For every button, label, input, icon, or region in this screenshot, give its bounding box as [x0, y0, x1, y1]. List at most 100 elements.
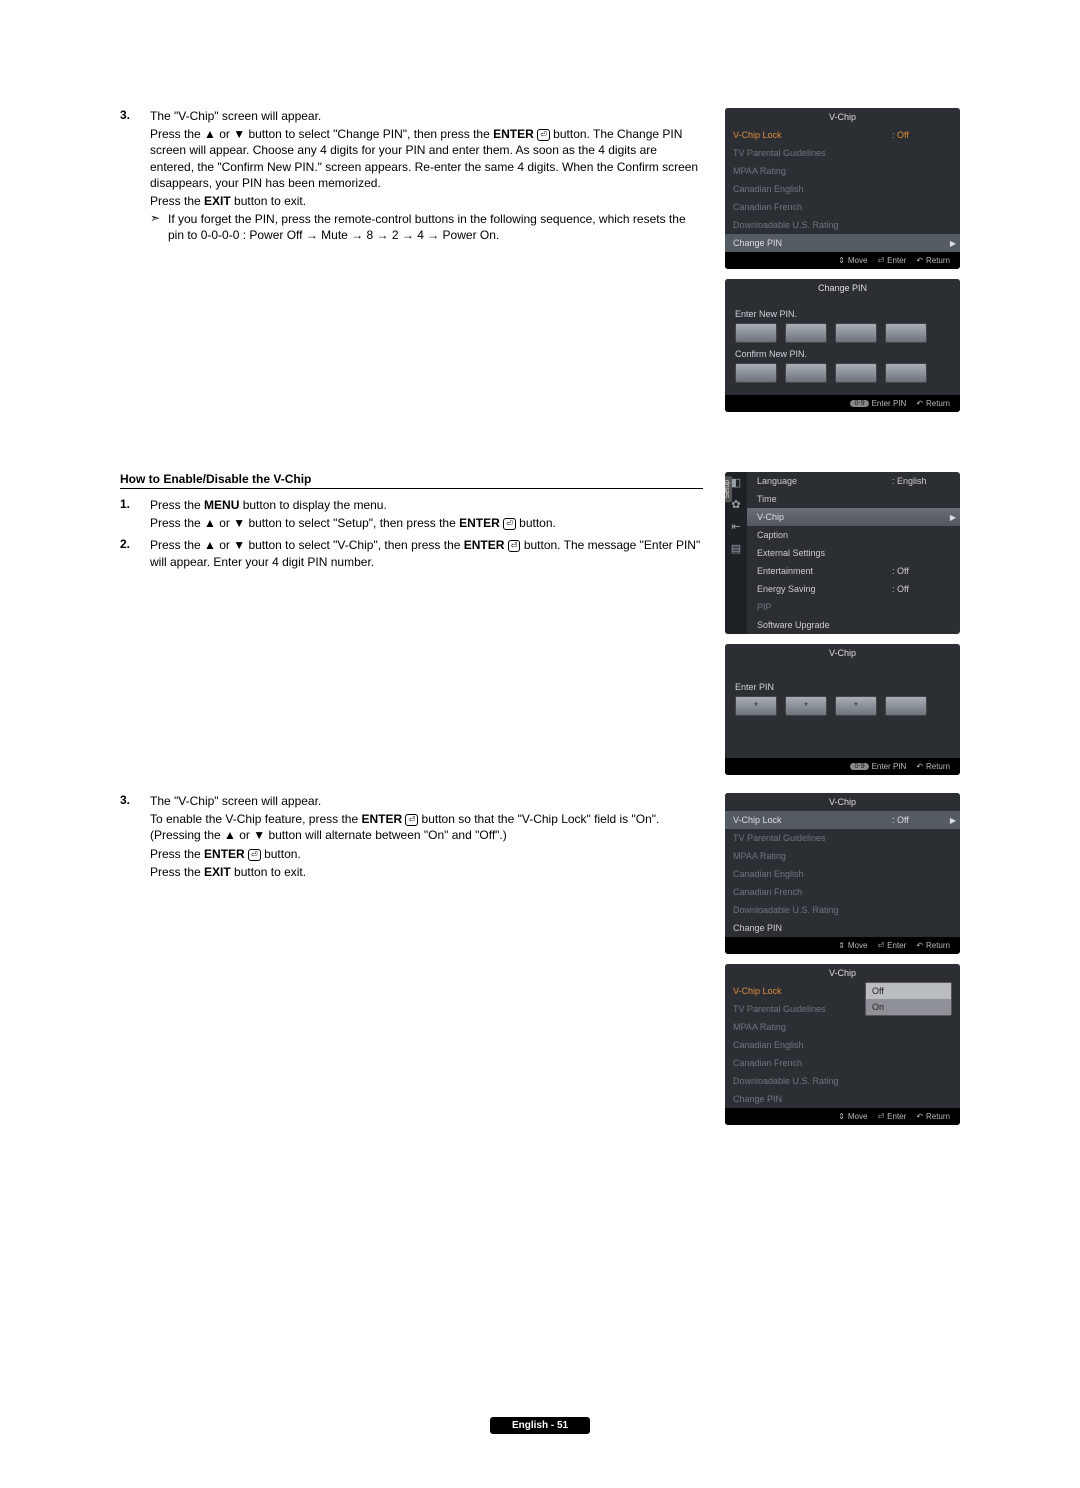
step-3a: 3. The "V-Chip" screen will appear. Pres…: [120, 108, 703, 246]
pin-box[interactable]: [735, 323, 777, 343]
menu-item: Canadian French: [725, 198, 960, 216]
menu-item-label: TV Parental Guidelines: [733, 833, 952, 843]
nav-return: Return: [916, 762, 950, 771]
para: Press the EXIT button to exit.: [150, 864, 703, 880]
menu-item[interactable]: Caption: [747, 526, 960, 544]
menu-item[interactable]: Software Upgrade: [747, 616, 960, 634]
osd-navbar: 0-9 Enter PIN Return: [725, 758, 960, 775]
screens-col-3: V-Chip V-Chip Lock: Off▶ TV Parental Guid…: [725, 793, 960, 1125]
menu-item-label: Canadian English: [733, 184, 952, 194]
para: Press the EXIT button to exit.: [150, 193, 703, 209]
para: Press the ▲ or ▼ button to select "Setup…: [150, 515, 703, 531]
pin-body: Enter New PIN. Confirm New PIN.: [725, 297, 960, 395]
menu-item: Canadian English: [725, 180, 960, 198]
pin-box[interactable]: *: [835, 696, 877, 716]
pin-label-confirm: Confirm New PIN.: [735, 349, 950, 359]
menu-item-label: Canadian French: [733, 202, 952, 212]
pin-boxes-confirm: [735, 363, 950, 383]
osd-list: V-Chip Lock: Off▶TV Parental GuidelinesM…: [725, 811, 960, 937]
menu-item: Canadian French: [725, 1054, 960, 1072]
menu-item-label: Downloadable U.S. Rating: [733, 1076, 952, 1086]
block-1: 3. The "V-Chip" screen will appear. Pres…: [120, 108, 960, 412]
menu-item[interactable]: Change PIN▶: [725, 234, 960, 252]
pin-body: Enter PIN * * *: [725, 662, 960, 758]
pin-box[interactable]: [735, 363, 777, 383]
note-icon: [150, 211, 168, 245]
dropdown-option[interactable]: Off: [866, 983, 951, 999]
pin-boxes-new: [735, 323, 950, 343]
step-number: 3.: [120, 108, 150, 246]
screens-col-1: V-Chip V-Chip Lock: OffTV Parental Guide…: [725, 108, 960, 412]
osd-vchip-dropdown: V-Chip V-Chip LockTV Parental Guidelines…: [725, 964, 960, 1125]
enter-icon: ⏎: [537, 129, 550, 141]
menu-item[interactable]: External Settings: [747, 544, 960, 562]
pin-box[interactable]: [835, 323, 877, 343]
screens-col-2: Setup ◧ ✿ ⇤ ▤ Language: EnglishTimeV-Chi…: [725, 472, 960, 775]
pin-box[interactable]: [785, 323, 827, 343]
menu-item-label: V-Chip Lock: [733, 815, 892, 825]
osd-list-wrap: V-Chip LockTV Parental GuidelinesMPAA Ra…: [725, 982, 960, 1108]
nav-move: Move: [838, 256, 867, 265]
menu-item: Downloadable U.S. Rating: [725, 1072, 960, 1090]
menu-item-value: : Off: [892, 815, 952, 825]
para: The "V-Chip" screen will appear.: [150, 793, 703, 809]
menu-item[interactable]: V-Chip Lock: Off: [725, 126, 960, 144]
osd-navbar: Move Enter Return: [725, 937, 960, 954]
menu-item[interactable]: Entertainment: Off: [747, 562, 960, 580]
menu-item-label: External Settings: [757, 548, 952, 558]
pin-box[interactable]: [885, 696, 927, 716]
step-number: 2.: [120, 537, 150, 571]
menu-item-label: Caption: [757, 530, 952, 540]
step-1: 1. Press the MENU button to display the …: [120, 497, 703, 533]
para: Press the ▲ or ▼ button to select "Chang…: [150, 126, 703, 191]
menu-item-label: Canadian French: [733, 887, 952, 897]
menu-item-label: Downloadable U.S. Rating: [733, 220, 952, 230]
menu-item[interactable]: Time: [747, 490, 960, 508]
nav-return: Return: [916, 256, 950, 265]
menu-item-label: Change PIN: [733, 923, 952, 933]
pin-box[interactable]: [885, 363, 927, 383]
osd-title: V-Chip: [725, 108, 960, 126]
pin-box[interactable]: [835, 363, 877, 383]
pin-box[interactable]: *: [735, 696, 777, 716]
osd-navbar: 0-9 Enter PIN Return: [725, 395, 960, 412]
dropdown-option[interactable]: On: [866, 999, 951, 1015]
menu-item: TV Parental Guidelines: [725, 144, 960, 162]
page-footer: English - 51: [0, 1417, 1080, 1434]
menu-item-label: Canadian English: [733, 869, 952, 879]
menu-item[interactable]: V-Chip Lock: Off▶: [725, 811, 960, 829]
dropdown-off-on[interactable]: Off On: [865, 982, 952, 1016]
para: Press the ENTER ⏎ button.: [150, 846, 703, 862]
pin-box[interactable]: [885, 323, 927, 343]
osd-list: Language: EnglishTimeV-Chip▶ Caption Exter…: [747, 472, 960, 634]
pin-label-new: Enter New PIN.: [735, 309, 950, 319]
menu-item-label: Entertainment: [757, 566, 892, 576]
osd-enter-pin: V-Chip Enter PIN * * * 0-9 Enter PIN Ret…: [725, 644, 960, 775]
step-body: The "V-Chip" screen will appear. To enab…: [150, 793, 703, 882]
pin-box[interactable]: *: [785, 696, 827, 716]
chevron-right-icon: ▶: [950, 239, 956, 248]
menu-item[interactable]: Energy Saving: Off: [747, 580, 960, 598]
page-number: English - 51: [490, 1417, 590, 1434]
block-2: How to Enable/Disable the V-Chip 1. Pres…: [120, 472, 960, 775]
nav-enter: Enter: [877, 256, 906, 265]
para: To enable the V-Chip feature, press the …: [150, 811, 703, 843]
menu-item-label: Language: [757, 476, 892, 486]
nav-pill: 0-9 Enter PIN: [850, 762, 906, 771]
nav-return: Return: [916, 941, 950, 950]
step-3b: 3. The "V-Chip" screen will appear. To e…: [120, 793, 703, 882]
osd-setup-menu: Setup ◧ ✿ ⇤ ▤ Language: EnglishTimeV-Chi…: [725, 472, 960, 634]
menu-item[interactable]: Language: English: [747, 472, 960, 490]
menu-item-value: : Off: [892, 566, 952, 576]
osd-title: V-Chip: [725, 793, 960, 811]
menu-item-label: MPAA Rating: [733, 1022, 952, 1032]
menu-item[interactable]: Change PIN: [725, 919, 960, 937]
osd-vchip-changepin: V-Chip V-Chip Lock: OffTV Parental Guide…: [725, 108, 960, 269]
menu-item: Canadian French: [725, 883, 960, 901]
pin-box[interactable]: [785, 363, 827, 383]
application-icon: ▤: [729, 542, 743, 556]
menu-item-label: Software Upgrade: [757, 620, 952, 630]
step-number: 1.: [120, 497, 150, 533]
menu-item[interactable]: V-Chip▶: [747, 508, 960, 526]
nav-move: Move: [838, 941, 867, 950]
